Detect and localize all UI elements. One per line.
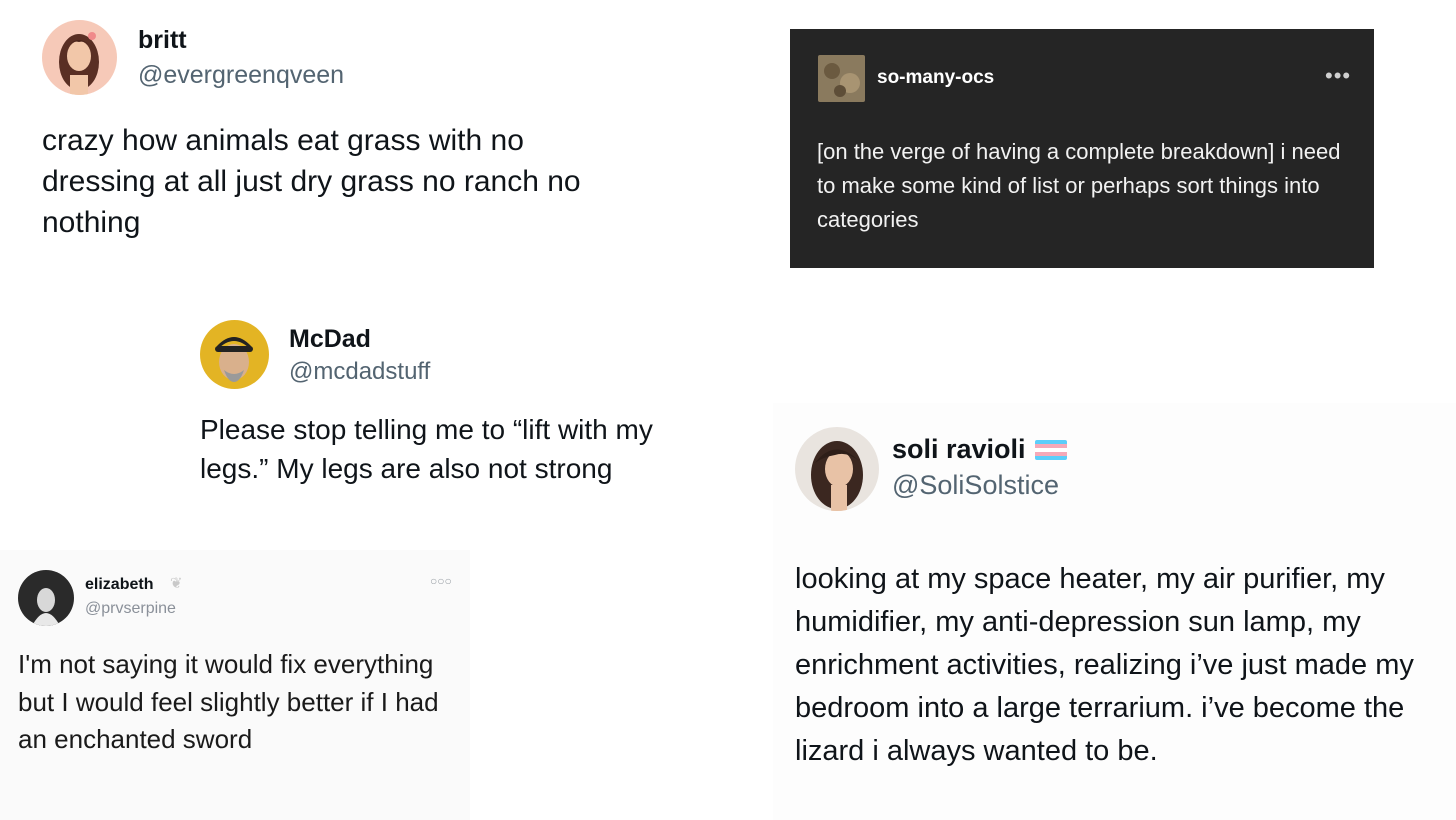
- leaf-icon: ❦: [170, 575, 183, 592]
- more-dots-icon[interactable]: ○○○: [430, 574, 452, 588]
- post-so-many-ocs: so-many-ocs ••• [on the verge of having …: [790, 29, 1374, 268]
- post-britt: britt @evergreenqveen crazy how animals …: [0, 0, 760, 290]
- post-text: I'm not saying it would fix everything b…: [18, 649, 439, 754]
- post-elizabeth: elizabeth ❦ @prvserpine ○○○ I'm not sayi…: [0, 550, 470, 820]
- trans-flag-icon: [1035, 440, 1067, 460]
- blog-name[interactable]: so-many-ocs: [877, 67, 994, 89]
- avatar[interactable]: [200, 320, 269, 389]
- post-text: looking at my space heater, my air purif…: [795, 563, 1414, 767]
- display-name[interactable]: britt: [138, 26, 187, 55]
- post-mcdad: McDad @mcdadstuff Please stop telling me…: [180, 300, 740, 520]
- display-name[interactable]: McDad: [289, 325, 371, 354]
- post-text: crazy how animals eat grass with no dres…: [42, 124, 581, 239]
- avatar[interactable]: [42, 20, 117, 95]
- user-handle[interactable]: @prvserpine: [85, 600, 176, 618]
- more-dots-icon[interactable]: •••: [1325, 63, 1351, 89]
- post-text: Please stop telling me to “lift with my …: [200, 414, 653, 484]
- avatar[interactable]: [18, 570, 74, 626]
- avatar[interactable]: [795, 427, 879, 511]
- post-soli: soli ravioli @SoliSolstice looking at my…: [773, 403, 1456, 820]
- display-name[interactable]: elizabeth: [85, 576, 153, 594]
- avatar[interactable]: [818, 55, 865, 102]
- post-text: [on the verge of having a complete break…: [817, 139, 1341, 232]
- display-name[interactable]: soli ravioli: [892, 434, 1026, 465]
- user-handle[interactable]: @evergreenqveen: [138, 61, 344, 90]
- user-handle[interactable]: @mcdadstuff: [289, 358, 430, 386]
- user-handle[interactable]: @SoliSolstice: [892, 470, 1059, 501]
